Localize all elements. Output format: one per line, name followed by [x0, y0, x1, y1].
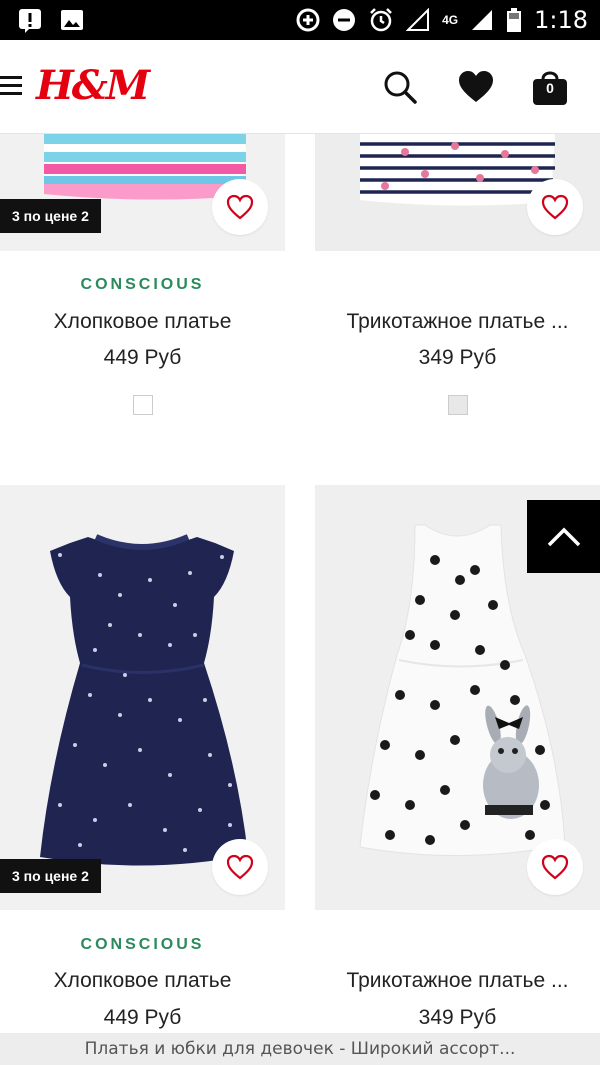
heart-outline-icon [541, 194, 569, 220]
heart-outline-icon [226, 194, 254, 220]
clock: 1:18 [534, 6, 588, 34]
product-price: 449 Руб [103, 346, 182, 369]
menu-icon[interactable] [0, 76, 24, 96]
search-icon[interactable] [380, 64, 420, 110]
network-type: 4G [442, 12, 459, 27]
battery-icon [507, 8, 522, 32]
app-header: H&M 0 [0, 40, 600, 134]
conscious-tag: CONSCIOUS [80, 276, 205, 293]
product-name[interactable]: Трикотажное платье ... [315, 310, 600, 334]
favorite-button[interactable] [212, 179, 268, 235]
favorite-button[interactable] [527, 839, 583, 895]
alert-notification-icon [16, 6, 44, 34]
conscious-tag: CONSCIOUS [80, 936, 205, 953]
signal-full-icon [472, 10, 493, 30]
heart-outline-icon [541, 854, 569, 880]
image-notification-icon [58, 6, 86, 34]
heart-outline-icon [226, 854, 254, 880]
promo-badge: 3 по цене 2 [0, 199, 101, 233]
status-bar: 4G 1:18 [0, 0, 600, 40]
shopping-bag-button[interactable]: 0 [530, 64, 570, 110]
favorite-button[interactable] [212, 839, 268, 895]
signal-empty-icon [406, 8, 430, 31]
alarm-icon [370, 8, 392, 32]
product-name[interactable]: Хлопковое платье [0, 310, 285, 334]
product-name[interactable]: Трикотажное платье ... [315, 969, 600, 993]
page-title-bar: Платья и юбки для девочек - Широкий ассо… [0, 1033, 600, 1065]
brand-logo[interactable]: H&M [36, 62, 150, 109]
scroll-to-top-button[interactable] [527, 500, 600, 573]
color-swatch[interactable] [448, 395, 468, 415]
product-name[interactable]: Хлопковое платье [0, 969, 285, 993]
favorite-button[interactable] [527, 179, 583, 235]
chevron-up-icon [547, 527, 580, 546]
data-saver-icon [296, 8, 320, 32]
product-price: 349 Руб [418, 1006, 497, 1029]
color-swatch[interactable] [133, 395, 153, 415]
product-price: 449 Руб [103, 1006, 182, 1029]
promo-badge: 3 по цене 2 [0, 859, 101, 893]
product-price: 349 Руб [418, 346, 497, 369]
do-not-disturb-icon [333, 9, 356, 31]
bag-count: 0 [546, 80, 554, 96]
favorites-icon[interactable] [456, 64, 496, 110]
